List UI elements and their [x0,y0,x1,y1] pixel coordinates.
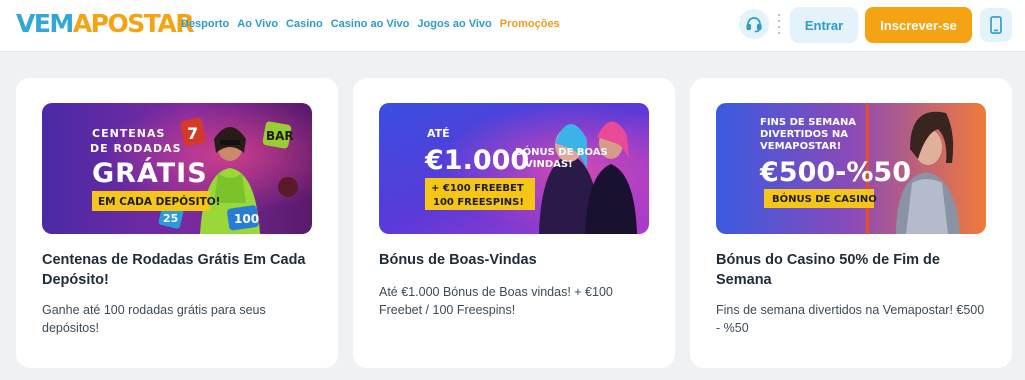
banner-tag-2: 100 FREESPINS! [433,197,524,208]
banner-side-line-2: VINDAS! [525,159,573,170]
svg-text:25: 25 [163,212,178,225]
svg-text:7: 7 [187,124,198,143]
nav-casino-ao-vivo[interactable]: Casino ao Vivo [331,18,410,30]
promo-title: Centenas de Rodadas Grátis Em Cada Depós… [42,252,306,288]
banner-big-text: GRÁTIS [92,157,208,189]
promo-banner-welcome-bonus[interactable]: ATÉ €1.000 BÓNUS DE BOAS VINDAS! + €100 … [379,103,649,234]
login-button[interactable]: Entrar [790,7,858,43]
banner-tag: EM CADA DEPÓSITO! [98,195,220,208]
register-button[interactable]: Inscrever-se [865,7,972,43]
banner-big-text: €500-%50 [759,157,911,188]
banner-line-3: VEMAPOSTAR! [760,141,841,152]
svg-text:100: 100 [234,212,259,226]
nav-jogos-ao-vivo[interactable]: Jogos ao Vivo [417,18,491,30]
promo-card-welcome-bonus[interactable]: ATÉ €1.000 BÓNUS DE BOAS VINDAS! + €100 … [353,78,675,368]
nav-desporto[interactable]: Desporto [181,18,229,30]
headset-icon [746,17,762,33]
nav-casino[interactable]: Casino [286,18,323,30]
svg-text:BAR: BAR [266,129,294,143]
nav-ao-vivo[interactable]: Ao Vivo [237,18,278,30]
promo-title: Bónus de Boas-Vindas [379,252,537,268]
banner-side-line-1: BÓNUS DE BOAS [515,145,608,158]
banner-line-2: DIVERTIDOS NA [760,129,848,140]
banner-line-1: FINS DE SEMANA [760,117,856,128]
banner-line-1: CENTENAS [92,127,165,140]
banner-line-1: ATÉ [427,127,450,140]
mobile-app-button[interactable] [980,8,1012,42]
promo-banner-casino-weekend[interactable]: FINS DE SEMANA DIVERTIDOS NA VEMAPOSTAR!… [716,103,986,234]
banner-tag-1: + €100 FREEBET [431,183,524,194]
promo-banner-free-spins[interactable]: 7 BAR 100 25 CENTENAS DE RODADAS GRÁTIS … [42,103,312,234]
banner-line-2: DE RODADAS [90,142,182,155]
support-button[interactable] [739,9,769,39]
top-header: VEMAPOSTAR Desporto Ao Vivo Casino Casin… [0,0,1025,52]
promo-description: Ganhe até 100 rodadas grátis para seus d… [42,303,266,335]
promo-title: Bónus do Casino 50% de Fim de Semana [716,252,940,288]
banner-tag: BÓNUS DE CASINO [772,192,877,205]
nav-promocoes[interactable]: Promoções [500,18,560,30]
promo-card-casino-weekend[interactable]: FINS DE SEMANA DIVERTIDOS NA VEMAPOSTAR!… [690,78,1012,368]
main-nav: Desporto Ao Vivo Casino Casino ao Vivo J… [181,18,560,30]
promo-description: Fins de semana divertidos na Vemapostar!… [716,303,985,335]
vemapostar-logo[interactable]: VEMAPOSTAR [16,9,194,39]
banner-big-text: €1.000 [424,145,529,176]
smartphone-icon [990,16,1002,34]
promo-card-free-spins[interactable]: 7 BAR 100 25 CENTENAS DE RODADAS GRÁTIS … [16,78,338,368]
vertical-divider [777,14,781,34]
promo-description: Até €1.000 Bónus de Boas vindas! + €100 … [379,285,613,317]
